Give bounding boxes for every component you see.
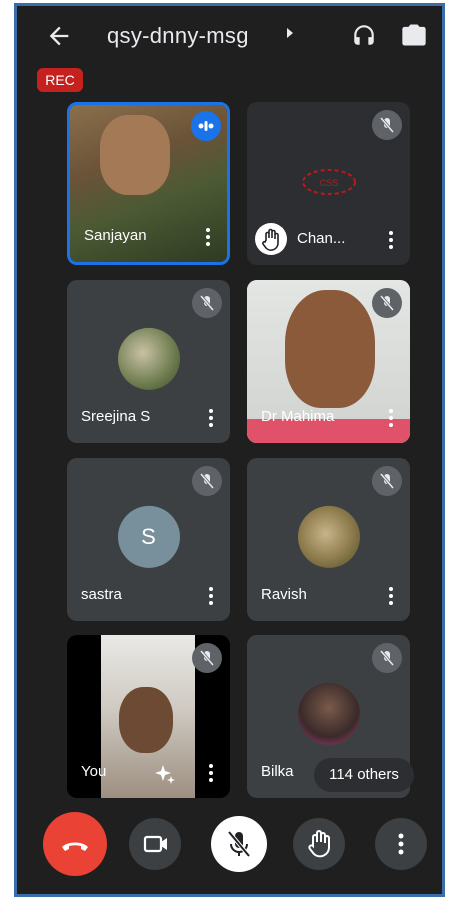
avatar: [297, 682, 360, 745]
participant-name: Sanjayan: [84, 227, 147, 244]
more-vert-icon[interactable]: [388, 407, 394, 429]
participant-tile-sreejina[interactable]: Sreejina S: [67, 280, 230, 443]
mic-toggle-button[interactable]: [211, 816, 267, 872]
effects-sparkle-icon[interactable]: [153, 762, 177, 786]
participant-name: You: [81, 763, 107, 780]
channel-logo-icon: CSS: [302, 169, 356, 195]
more-vert-icon[interactable]: [388, 229, 394, 251]
more-vert-icon[interactable]: [388, 585, 394, 607]
meeting-details-caret-icon[interactable]: [287, 28, 293, 38]
end-call-button[interactable]: [43, 812, 107, 876]
camera-toggle-button[interactable]: [129, 818, 181, 870]
raise-hand-icon: [308, 830, 330, 858]
more-vert-icon[interactable]: [208, 762, 214, 784]
call-controls: [17, 812, 442, 888]
others-count-pill[interactable]: 114 others: [314, 758, 414, 792]
more-vert-icon[interactable]: [208, 585, 214, 607]
participant-name: Dr Mahima: [261, 408, 335, 425]
mic-off-icon: [192, 466, 222, 496]
participant-name: Ravish: [261, 586, 307, 603]
mic-off-icon: [192, 288, 222, 318]
end-call-icon: [62, 842, 88, 851]
face-shape: [100, 115, 170, 195]
raise-hand-button[interactable]: [293, 818, 345, 870]
participant-tile-ravish[interactable]: Ravish: [247, 458, 410, 621]
meet-app-frame: qsy-dnny-msg REC Sanjayan CSS Chan... Sr…: [14, 3, 445, 897]
avatar-letter: S: [117, 505, 180, 568]
audio-output-icon[interactable]: [351, 22, 377, 48]
participant-name: Bilka: [261, 763, 294, 780]
avatar: [297, 505, 360, 568]
raised-hand-icon: [255, 223, 287, 255]
mic-off-icon: [372, 110, 402, 140]
participant-tile-sanjayan[interactable]: Sanjayan: [67, 102, 230, 265]
camera-icon: [143, 835, 167, 853]
meeting-code[interactable]: qsy-dnny-msg: [107, 23, 249, 49]
more-vert-icon[interactable]: [208, 407, 214, 429]
participant-name: Sreejina S: [81, 408, 151, 425]
mic-off-icon: [372, 288, 402, 318]
speaking-indicator-icon: [191, 111, 221, 141]
switch-camera-icon[interactable]: [400, 21, 428, 49]
mic-off-icon: [227, 830, 251, 858]
back-arrow-icon[interactable]: [45, 22, 73, 50]
more-vert-icon: [398, 833, 404, 855]
participant-tile-sastra[interactable]: S sastra: [67, 458, 230, 621]
participant-name: sastra: [81, 586, 122, 603]
face-shape: [119, 687, 173, 753]
participant-name: Chan...: [297, 230, 346, 247]
face-shape: [285, 290, 375, 408]
more-options-button[interactable]: [375, 818, 427, 870]
participant-tile-mahima[interactable]: Dr Mahima: [247, 280, 410, 443]
more-vert-icon[interactable]: [205, 226, 211, 248]
participant-tile-you[interactable]: You: [67, 635, 230, 798]
participant-tile-chan[interactable]: CSS Chan...: [247, 102, 410, 265]
top-bar: qsy-dnny-msg: [17, 6, 442, 66]
mic-off-icon: [192, 643, 222, 673]
mic-off-icon: [372, 643, 402, 673]
avatar: [117, 327, 180, 390]
svg-text:CSS: CSS: [320, 178, 339, 188]
recording-badge: REC: [37, 68, 83, 92]
mic-off-icon: [372, 466, 402, 496]
